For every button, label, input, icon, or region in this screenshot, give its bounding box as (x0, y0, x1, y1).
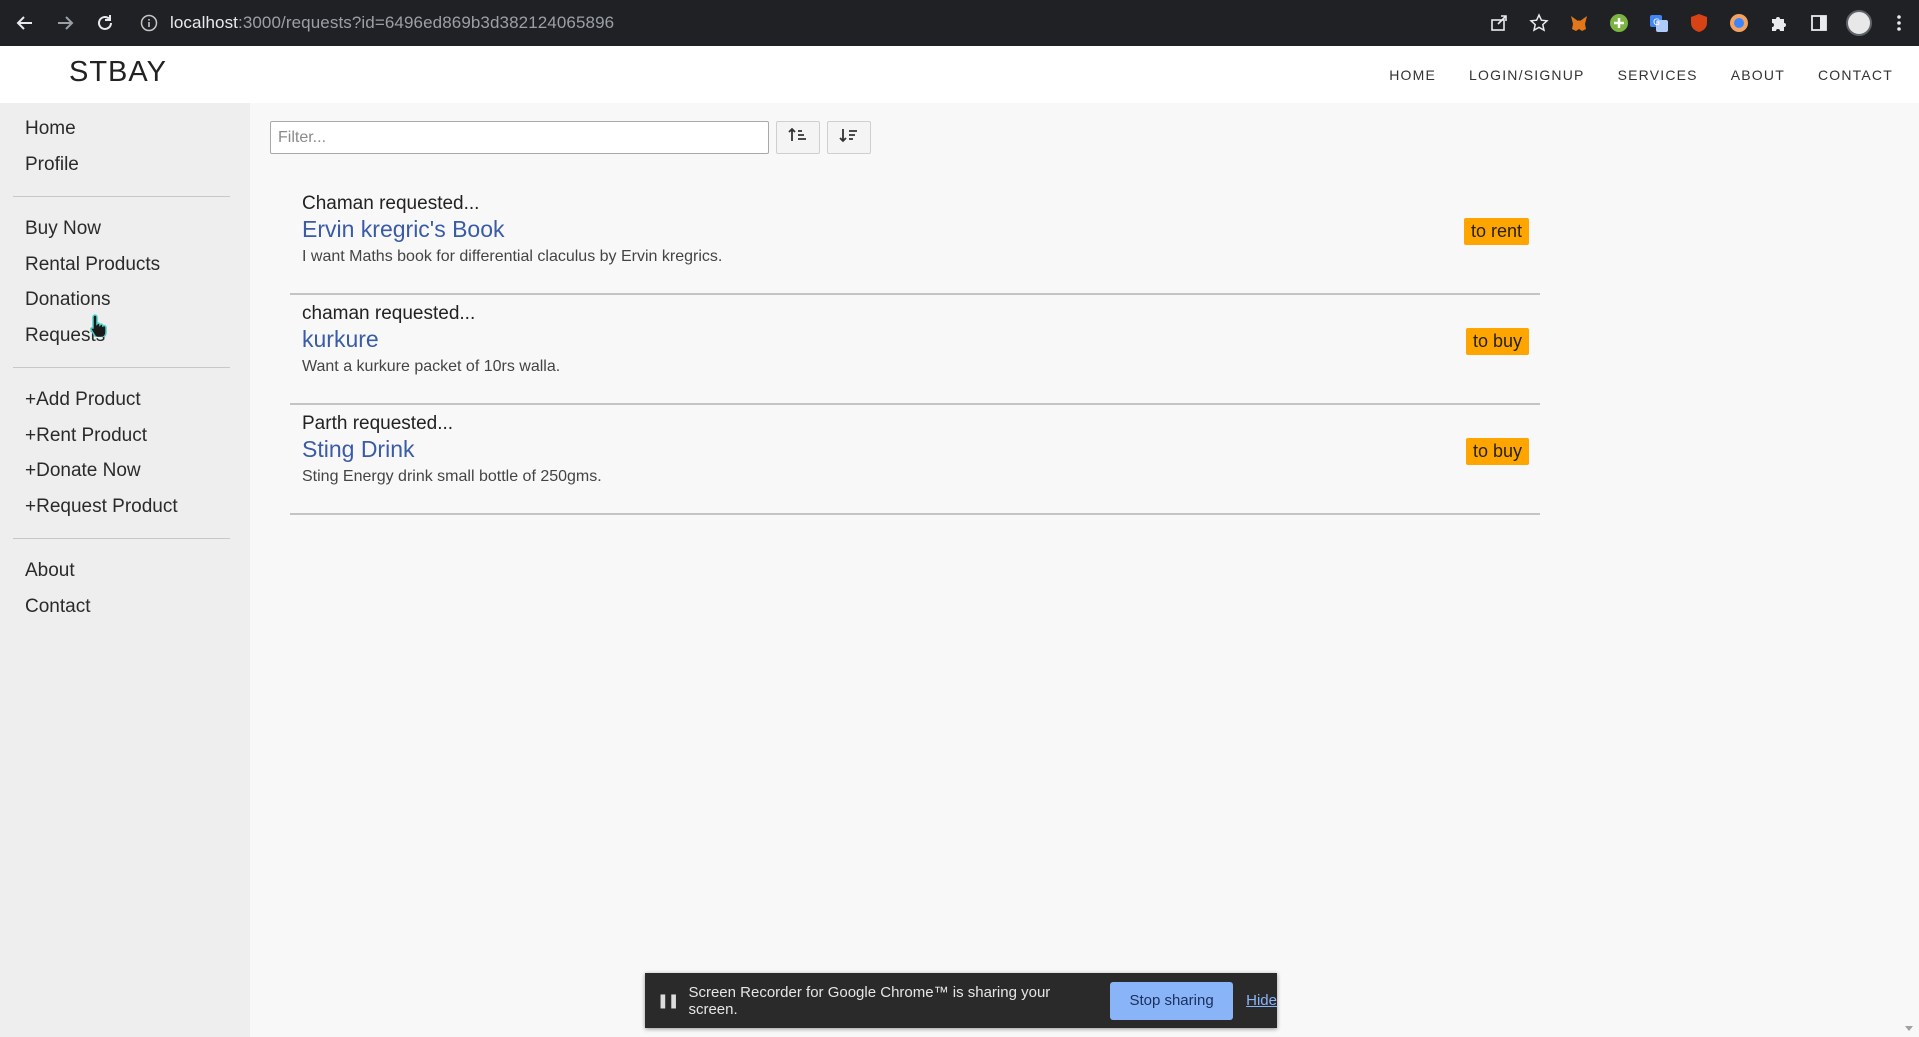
request-description: Sting Energy drink small bottle of 250gm… (302, 468, 602, 485)
nav-contact[interactable]: CONTACT (1818, 67, 1893, 83)
mouse-cursor-icon (89, 313, 109, 342)
recorder-extension-icon[interactable] (1724, 8, 1754, 38)
sidebar-divider (13, 538, 230, 539)
list-item: Chaman requested... Ervin kregric's Book… (290, 185, 1540, 295)
sort-descending-button[interactable] (827, 121, 871, 154)
green-extension-icon[interactable] (1604, 8, 1634, 38)
sidebar-group-actions: +Add Product +Rent Product +Donate Now +… (0, 374, 250, 532)
status-badge: to rent (1463, 218, 1529, 245)
scroll-down-arrow-icon[interactable] (1905, 1026, 1913, 1031)
sidebar-item-request-product[interactable]: +Request Product (0, 489, 250, 525)
request-list: Chaman requested... Ervin kregric's Book… (290, 185, 1540, 515)
filter-input[interactable] (270, 121, 769, 154)
sidebar-item-profile[interactable]: Profile (0, 147, 250, 183)
screen-sharing-bar: ❚❚ Screen Recorder for Google Chrome™ is… (645, 973, 1277, 1028)
sidebar-item-contact[interactable]: Contact (0, 589, 250, 625)
status-badge: to buy (1465, 328, 1529, 355)
nav-login-signup[interactable]: LOGIN/SIGNUP (1469, 67, 1585, 83)
address-bar[interactable]: localhost:3000/requests?id=6496ed869b3d3… (138, 6, 1528, 40)
svg-text:G: G (1653, 18, 1660, 28)
sidebar-item-rent-product[interactable]: +Rent Product (0, 418, 250, 454)
side-panel-icon[interactable] (1804, 8, 1834, 38)
filter-bar (270, 121, 871, 154)
list-item: Parth requested... Sting Drink Sting Ene… (290, 405, 1540, 515)
sort-descending-icon (839, 126, 859, 149)
site-header: STBAY HOME LOGIN/SIGNUP SERVICES ABOUT C… (0, 46, 1919, 103)
sidebar-item-rental-products[interactable]: Rental Products (0, 247, 250, 283)
pause-icon: ❚❚ (657, 992, 679, 1008)
share-icon[interactable] (1484, 8, 1514, 38)
sidebar: Home Profile Buy Now Rental Products Don… (0, 103, 250, 1037)
translate-extension-icon[interactable]: G (1644, 8, 1674, 38)
sort-ascending-button[interactable] (776, 121, 820, 154)
forward-icon[interactable] (50, 8, 80, 38)
status-badge: to buy (1465, 438, 1529, 465)
request-title-link[interactable]: kurkure (302, 326, 379, 353)
browser-toolbar: localhost:3000/requests?id=6496ed869b3d3… (0, 0, 1919, 46)
sidebar-item-about[interactable]: About (0, 553, 250, 589)
stop-sharing-button[interactable]: Stop sharing (1109, 981, 1234, 1020)
list-item: chaman requested... kurkure Want a kurku… (290, 295, 1540, 405)
main-content: Chaman requested... Ervin kregric's Book… (250, 103, 1919, 1037)
request-description: I want Maths book for differential clacu… (302, 248, 723, 265)
brand-logo[interactable]: STBAY (69, 56, 167, 89)
extensions-puzzle-icon[interactable] (1764, 8, 1794, 38)
hide-link[interactable]: Hide (1246, 992, 1277, 1009)
sidebar-item-buy-now[interactable]: Buy Now (0, 211, 250, 247)
back-icon[interactable] (10, 8, 40, 38)
requester-label: Chaman requested... (302, 193, 480, 214)
sidebar-item-donations[interactable]: Donations (0, 282, 250, 318)
metamask-extension-icon[interactable] (1564, 8, 1594, 38)
nav-about[interactable]: ABOUT (1731, 67, 1785, 83)
request-title-link[interactable]: Ervin kregric's Book (302, 216, 505, 243)
nav-services[interactable]: SERVICES (1618, 67, 1698, 83)
sidebar-group-account: Home Profile (0, 103, 250, 190)
sidebar-item-home[interactable]: Home (0, 111, 250, 147)
top-nav: HOME LOGIN/SIGNUP SERVICES ABOUT CONTACT (1356, 46, 1893, 103)
shield-extension-icon[interactable] (1684, 8, 1714, 38)
sharing-message: Screen Recorder for Google Chrome™ is sh… (688, 983, 1051, 1018)
sidebar-group-info: About Contact (0, 545, 250, 632)
nav-home[interactable]: HOME (1389, 67, 1436, 83)
sidebar-divider (13, 367, 230, 368)
sidebar-divider (13, 196, 230, 197)
sidebar-item-add-product[interactable]: +Add Product (0, 382, 250, 418)
request-description: Want a kurkure packet of 10rs walla. (302, 358, 561, 375)
sidebar-item-requests[interactable]: Requests (0, 318, 250, 354)
chrome-menu-icon[interactable] (1884, 8, 1914, 38)
reload-icon[interactable] (90, 8, 120, 38)
requester-label: Parth requested... (302, 413, 454, 434)
sidebar-item-donate-now[interactable]: +Donate Now (0, 453, 250, 489)
sort-ascending-icon (788, 126, 808, 149)
site-info-icon[interactable] (138, 12, 160, 34)
sidebar-group-browse: Buy Now Rental Products Donations Reques… (0, 203, 250, 361)
request-title-link[interactable]: Sting Drink (302, 436, 414, 463)
url-text: localhost:3000/requests?id=6496ed869b3d3… (170, 13, 615, 32)
profile-avatar-icon[interactable] (1844, 8, 1874, 38)
requester-label: chaman requested... (302, 303, 476, 324)
bookmark-star-icon[interactable] (1524, 8, 1554, 38)
